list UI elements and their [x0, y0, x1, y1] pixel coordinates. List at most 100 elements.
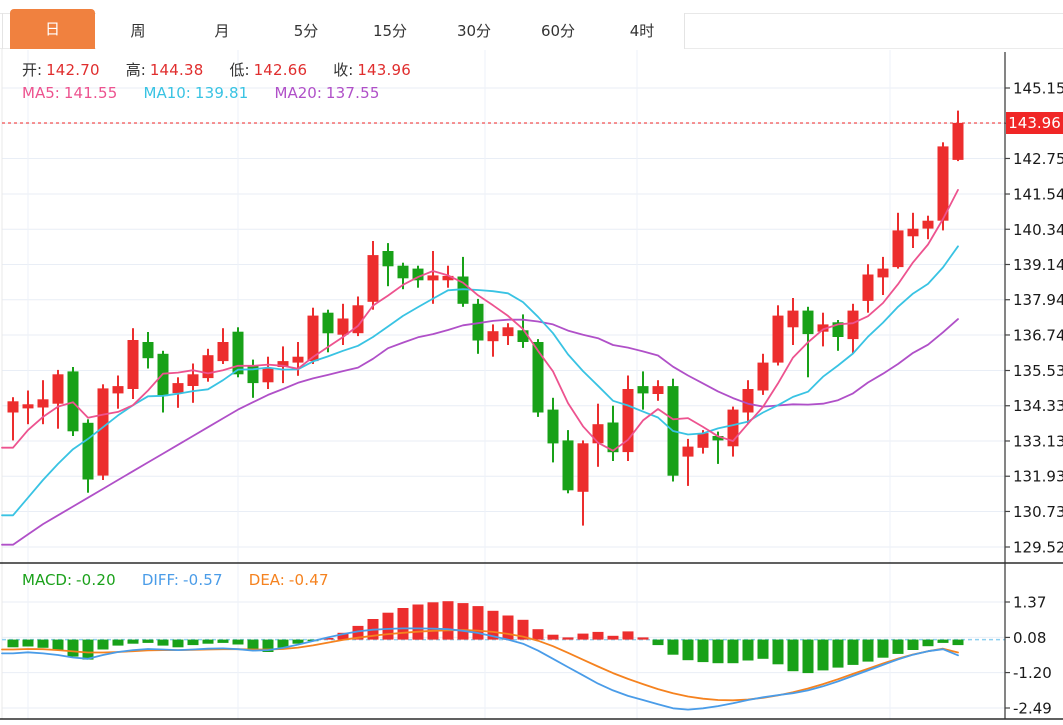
candle-body — [97, 388, 109, 476]
macd-histogram-bar — [562, 637, 574, 640]
macd-histogram-bar — [457, 603, 469, 640]
candle-body — [382, 251, 394, 267]
candle-body — [637, 386, 649, 394]
macd-histogram-bar — [937, 639, 949, 643]
macd-histogram-bar — [697, 639, 709, 663]
macd-histogram-bar — [247, 639, 259, 650]
close-value: 收: 143.96 — [333, 61, 411, 79]
candle — [307, 307, 319, 364]
kline-chart-screen: 145.15 142.75 141.54 140.34 139.14 137.94 136.… — [0, 0, 1063, 725]
candle — [97, 384, 109, 480]
macd-histogram-bar — [607, 635, 619, 640]
current-price-badge: 143.96 — [1006, 112, 1063, 134]
macd-histogram-bar — [862, 639, 874, 662]
y-axis-label: 137.94 — [1013, 291, 1063, 309]
candle-body — [757, 362, 769, 391]
macd-histogram-bar — [637, 637, 649, 640]
macd-histogram-bar — [412, 604, 424, 640]
candle-body — [397, 265, 409, 279]
y-axis-label: 135.53 — [1013, 362, 1063, 380]
candle-body — [232, 331, 244, 375]
macd-histogram-bar — [742, 639, 754, 661]
y-axis-label: 1.37 — [1013, 594, 1046, 612]
macd-histogram-bar — [802, 639, 814, 674]
high-value: 高: 144.38 — [125, 61, 204, 79]
macd-histogram-bar — [7, 639, 19, 648]
macd-histogram-bar — [847, 639, 859, 665]
macd-histogram-bar — [187, 639, 199, 646]
macd-histogram-bar — [772, 639, 784, 665]
candle-body — [202, 355, 214, 379]
candle-body — [937, 146, 949, 221]
macd-histogram-bar — [667, 639, 679, 655]
candle-body — [952, 122, 964, 160]
candle-body — [187, 374, 199, 386]
macd-histogram-bar — [97, 639, 109, 650]
y-axis-label: -2.49 — [1013, 700, 1052, 718]
macd-histogram-bar — [37, 639, 49, 648]
candle-body — [337, 318, 349, 335]
macd-histogram-bar — [157, 639, 169, 646]
candle-body — [22, 404, 34, 409]
candle-body — [262, 368, 274, 383]
macd-value: MACD: -0.20 — [22, 571, 116, 589]
y-axis-label: 131.93 — [1013, 468, 1063, 486]
candle-body — [427, 275, 439, 281]
candle-body — [502, 327, 514, 337]
candle-body — [292, 356, 304, 363]
macd-histogram-bar — [592, 631, 604, 640]
ma-info-row: MA5: 141.55 MA10: 139.81 MA20: 137.55 — [22, 84, 406, 102]
macd-histogram-bar — [502, 615, 514, 640]
candle-body — [487, 331, 499, 342]
y-axis-label: 130.73 — [1013, 503, 1063, 521]
low-value: 低: 142.66 — [229, 61, 308, 79]
macd-histogram-bar — [712, 639, 724, 664]
y-axis-label: 0.08 — [1013, 629, 1046, 647]
candle-body — [112, 386, 124, 394]
candle-body — [322, 312, 334, 334]
candle-body — [682, 446, 694, 457]
macd-histogram-bar — [22, 639, 34, 647]
candle-body — [127, 340, 139, 389]
candle-body — [847, 310, 859, 340]
candle-body — [217, 342, 229, 362]
y-axis-label: 140.34 — [1013, 221, 1063, 239]
y-axis-label: 139.14 — [1013, 256, 1063, 274]
y-axis-label: 134.33 — [1013, 397, 1063, 415]
macd-histogram-bar — [682, 639, 694, 661]
macd-histogram-bar — [532, 629, 544, 640]
ma20-value: MA20: 137.55 — [274, 84, 380, 102]
candle-body — [877, 268, 889, 278]
candle-body — [697, 433, 709, 448]
macd-histogram-bar — [577, 633, 589, 640]
candle-body — [907, 228, 919, 237]
ma5-value: MA5: 141.55 — [22, 84, 118, 102]
y-axis-label: 129.52 — [1013, 539, 1063, 557]
candlestick-chart[interactable]: 145.15 142.75 141.54 140.34 139.14 137.94 136.… — [0, 0, 1063, 725]
candle-body — [787, 310, 799, 328]
candle-body — [142, 342, 154, 359]
macd-histogram-bar — [172, 639, 184, 648]
macd-histogram-bar — [82, 639, 94, 660]
ohlc-info-row: 开: 142.70 高: 144.38 低: 142.66 收: 143.96 — [22, 59, 437, 80]
dea-value: DEA: -0.47 — [248, 571, 329, 589]
macd-histogram-bar — [142, 639, 154, 643]
macd-histogram-bar — [907, 639, 919, 650]
candle-body — [172, 383, 184, 394]
candle-body — [652, 386, 664, 394]
y-axis-label: 145.15 — [1013, 80, 1063, 98]
macd-histogram-bar — [877, 639, 889, 658]
macd-histogram-bar — [427, 602, 439, 640]
macd-histogram-bar — [952, 639, 964, 646]
macd-histogram-bar — [892, 639, 904, 654]
y-axis-label: 133.13 — [1013, 433, 1063, 451]
candle-body — [562, 440, 574, 491]
candle-body — [37, 399, 49, 408]
macd-histogram-bar — [217, 639, 229, 643]
y-axis-label: -1.20 — [1013, 664, 1052, 682]
macd-histogram-bar — [922, 639, 934, 647]
main-chart-plot[interactable] — [2, 50, 1005, 563]
macd-histogram-bar — [757, 639, 769, 659]
candle-body — [82, 422, 94, 480]
macd-histogram-bar — [832, 639, 844, 668]
